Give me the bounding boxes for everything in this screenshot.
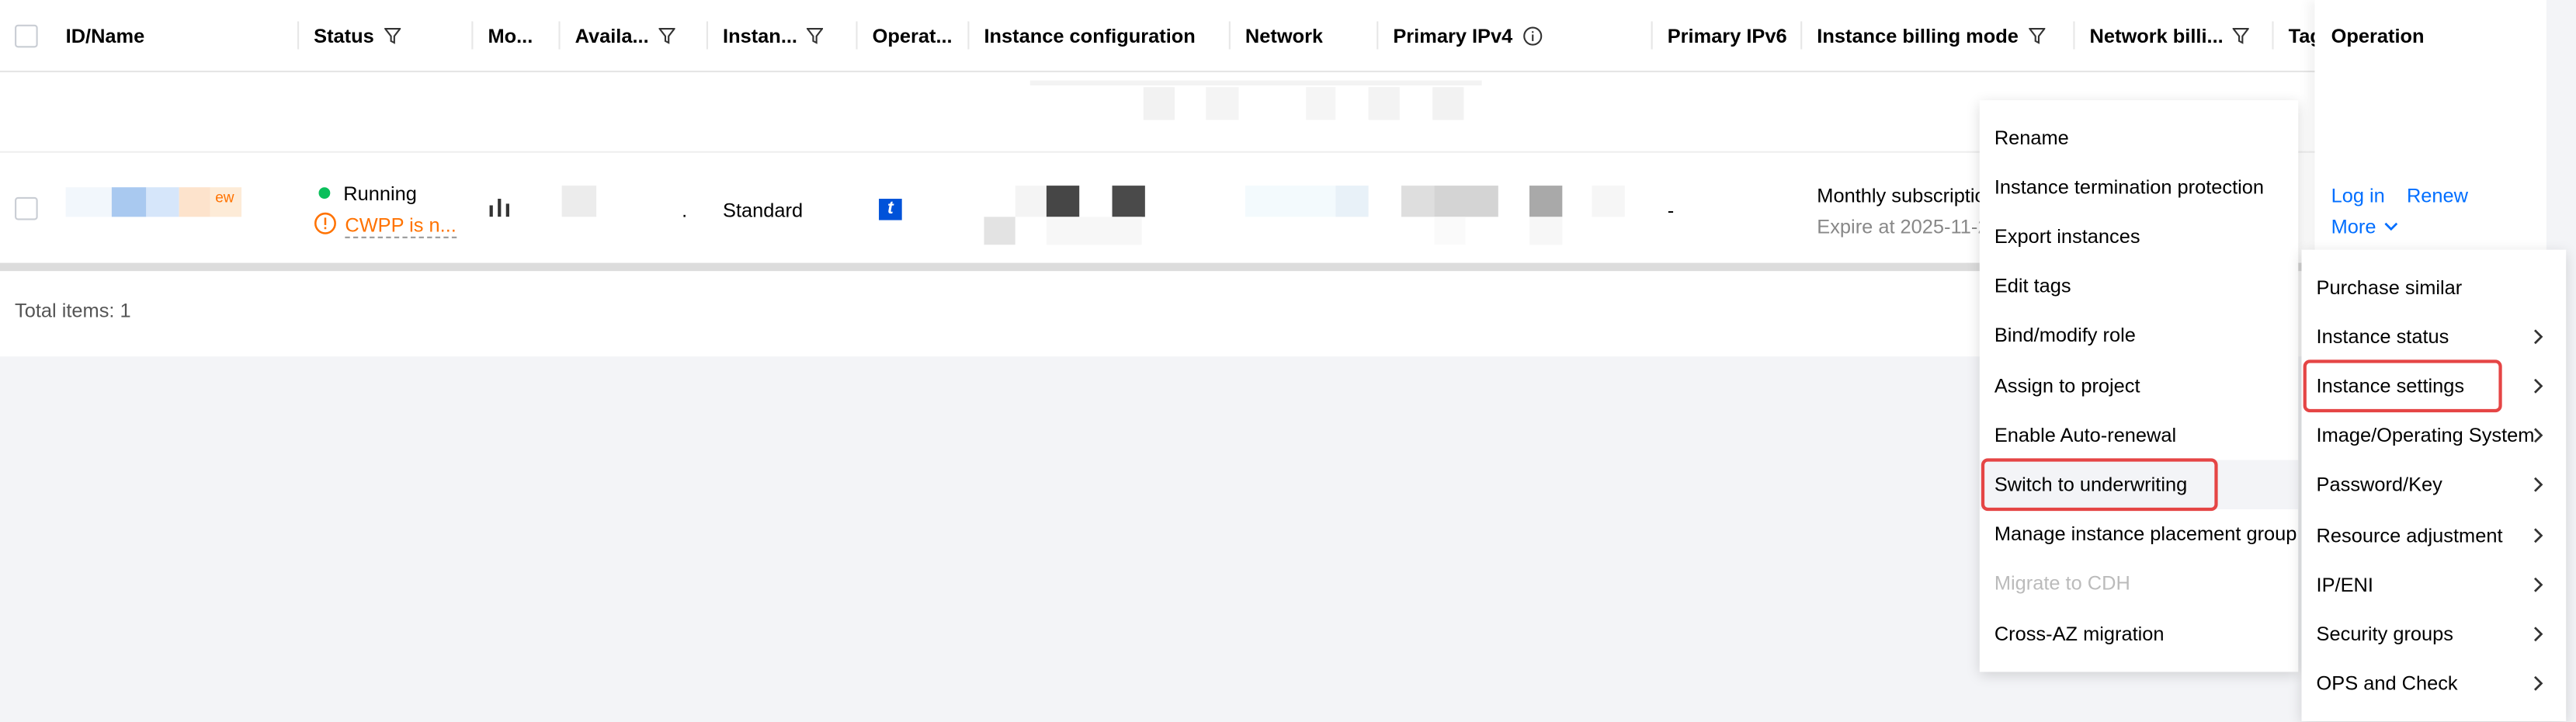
instance-badge: ew: [215, 189, 234, 206]
menu-item-placement-group[interactable]: Manage instance placement group: [1980, 509, 2299, 558]
chevron-right-icon: [2534, 528, 2543, 543]
submenu-item-label: Instance status: [2316, 325, 2449, 349]
column-operation: Operation: [2331, 24, 2425, 48]
chevron-down-icon: [2385, 222, 2398, 231]
filter-icon[interactable]: [2233, 27, 2250, 44]
chevron-right-icon: [2534, 627, 2543, 642]
chevron-right-icon: [2534, 477, 2543, 492]
chevron-right-icon: [2534, 577, 2543, 592]
column-primary-ipv4: Primary IPv4: [1393, 25, 1542, 51]
select-all-checkbox[interactable]: [15, 24, 38, 48]
column-availability[interactable]: Availa...: [575, 25, 675, 51]
warning-icon: [314, 212, 336, 234]
filter-icon[interactable]: [658, 27, 675, 44]
menu-item-assign-project[interactable]: Assign to project: [1980, 362, 2299, 411]
submenu-item-label: IP/ENI: [2316, 573, 2373, 597]
submenu-item-instance-status[interactable]: Instance status: [2302, 312, 2567, 361]
submenu-item-resource-adjustment[interactable]: Resource adjustment: [2302, 511, 2567, 560]
submenu-item-label: Image/Operating System: [2316, 423, 2535, 447]
os-logo-icon: t: [879, 199, 902, 220]
menu-item-bind-role[interactable]: Bind/modify role: [1980, 311, 2299, 359]
submenu-item-purchase-similar[interactable]: Purchase similar: [2302, 263, 2567, 312]
cwpp-warning-link[interactable]: CWPP is n...: [345, 213, 457, 238]
column-availability-label: Availa...: [575, 24, 649, 48]
submenu-item-label: Security groups: [2316, 622, 2453, 646]
column-instance-type[interactable]: Instan...: [723, 25, 824, 51]
column-status[interactable]: Status: [314, 24, 401, 51]
login-link[interactable]: Log in: [2331, 184, 2385, 207]
status-text: Running: [343, 182, 417, 206]
more-submenu: Purchase similar Instance status Instanc…: [2301, 249, 2567, 721]
menu-item-rename[interactable]: Rename: [1980, 113, 2299, 162]
column-instance-configuration: Instance configuration: [984, 24, 1196, 48]
column-billing-mode-label: Instance billing mode: [1817, 24, 2019, 48]
submenu-item-ops-and-check[interactable]: OPS and Check: [2302, 659, 2567, 708]
renew-link[interactable]: Renew: [2407, 184, 2468, 207]
column-monitoring: Mo...: [488, 24, 533, 48]
menu-item-enable-auto-renewal[interactable]: Enable Auto-renewal: [1980, 411, 2299, 460]
chevron-right-icon: [2534, 329, 2543, 345]
submenu-item-label: Resource adjustment: [2316, 524, 2503, 547]
column-network-billing[interactable]: Network billi...: [2090, 25, 2250, 51]
column-primary-ipv6: Primary IPv6: [1667, 24, 1787, 48]
menu-item-termination-protection[interactable]: Instance termination protection: [1980, 162, 2299, 211]
total-items: Total items: 1: [15, 299, 131, 322]
submenu-item-label: Password/Key: [2316, 473, 2442, 497]
availability-dot: .: [682, 199, 688, 222]
column-id-name: ID/Name: [65, 24, 145, 48]
running-status-icon: [318, 187, 331, 200]
chevron-right-icon: [2534, 378, 2543, 394]
expire-date-value: Expire at 2025-11-2: [1817, 215, 1989, 238]
submenu-item-label: Purchase similar: [2316, 276, 2463, 300]
column-operating-system: Operat...: [872, 24, 953, 48]
submenu-item-security-groups[interactable]: Security groups: [2302, 609, 2567, 658]
submenu-item-ip-eni[interactable]: IP/ENI: [2302, 561, 2567, 609]
column-status-label: Status: [314, 24, 374, 48]
table-header: ID/Name Status Mo... Availa... Instan...…: [0, 0, 2546, 73]
billing-mode-value: Monthly subscriptio: [1817, 183, 1986, 207]
monitoring-chart-icon[interactable]: [488, 197, 511, 217]
menu-item-export-instances[interactable]: Export instances: [1980, 212, 2299, 261]
column-instance-billing-mode[interactable]: Instance billing mode: [1817, 24, 2045, 51]
info-icon[interactable]: [1522, 26, 1542, 46]
row-checkbox[interactable]: [15, 196, 38, 220]
highlight-box-underwriting: [1981, 458, 2218, 512]
column-instance-type-label: Instan...: [723, 24, 797, 48]
more-actions-menu: Rename Instance termination protection E…: [1979, 100, 2299, 672]
column-primary-ipv4-label: Primary IPv4: [1393, 24, 1513, 48]
column-network: Network: [1245, 24, 1324, 48]
menu-item-cross-az-migration[interactable]: Cross-AZ migration: [1980, 609, 2299, 658]
submenu-item-label: OPS and Check: [2316, 672, 2458, 696]
instance-type-value: Standard: [723, 199, 804, 222]
highlight-box-instance-settings: [2303, 359, 2502, 413]
filter-icon[interactable]: [807, 27, 824, 44]
submenu-item-image-os[interactable]: Image/Operating System: [2302, 411, 2567, 460]
chevron-right-icon: [2534, 428, 2543, 443]
column-network-billing-label: Network billi...: [2089, 24, 2224, 48]
column-tags: Tag: [2288, 24, 2315, 48]
more-label: More: [2331, 215, 2376, 238]
submenu-item-password-key[interactable]: Password/Key: [2302, 460, 2567, 509]
chevron-right-icon: [2534, 675, 2543, 691]
menu-item-edit-tags[interactable]: Edit tags: [1980, 261, 2299, 310]
primary-ipv6-value: -: [1667, 199, 1675, 222]
availability-zone-value: [561, 186, 597, 217]
filter-icon[interactable]: [2028, 27, 2045, 44]
filter-icon[interactable]: [384, 27, 401, 44]
menu-item-migrate-to-cdh: Migrate to CDH: [1994, 571, 2130, 595]
more-dropdown[interactable]: More: [2331, 215, 2399, 238]
